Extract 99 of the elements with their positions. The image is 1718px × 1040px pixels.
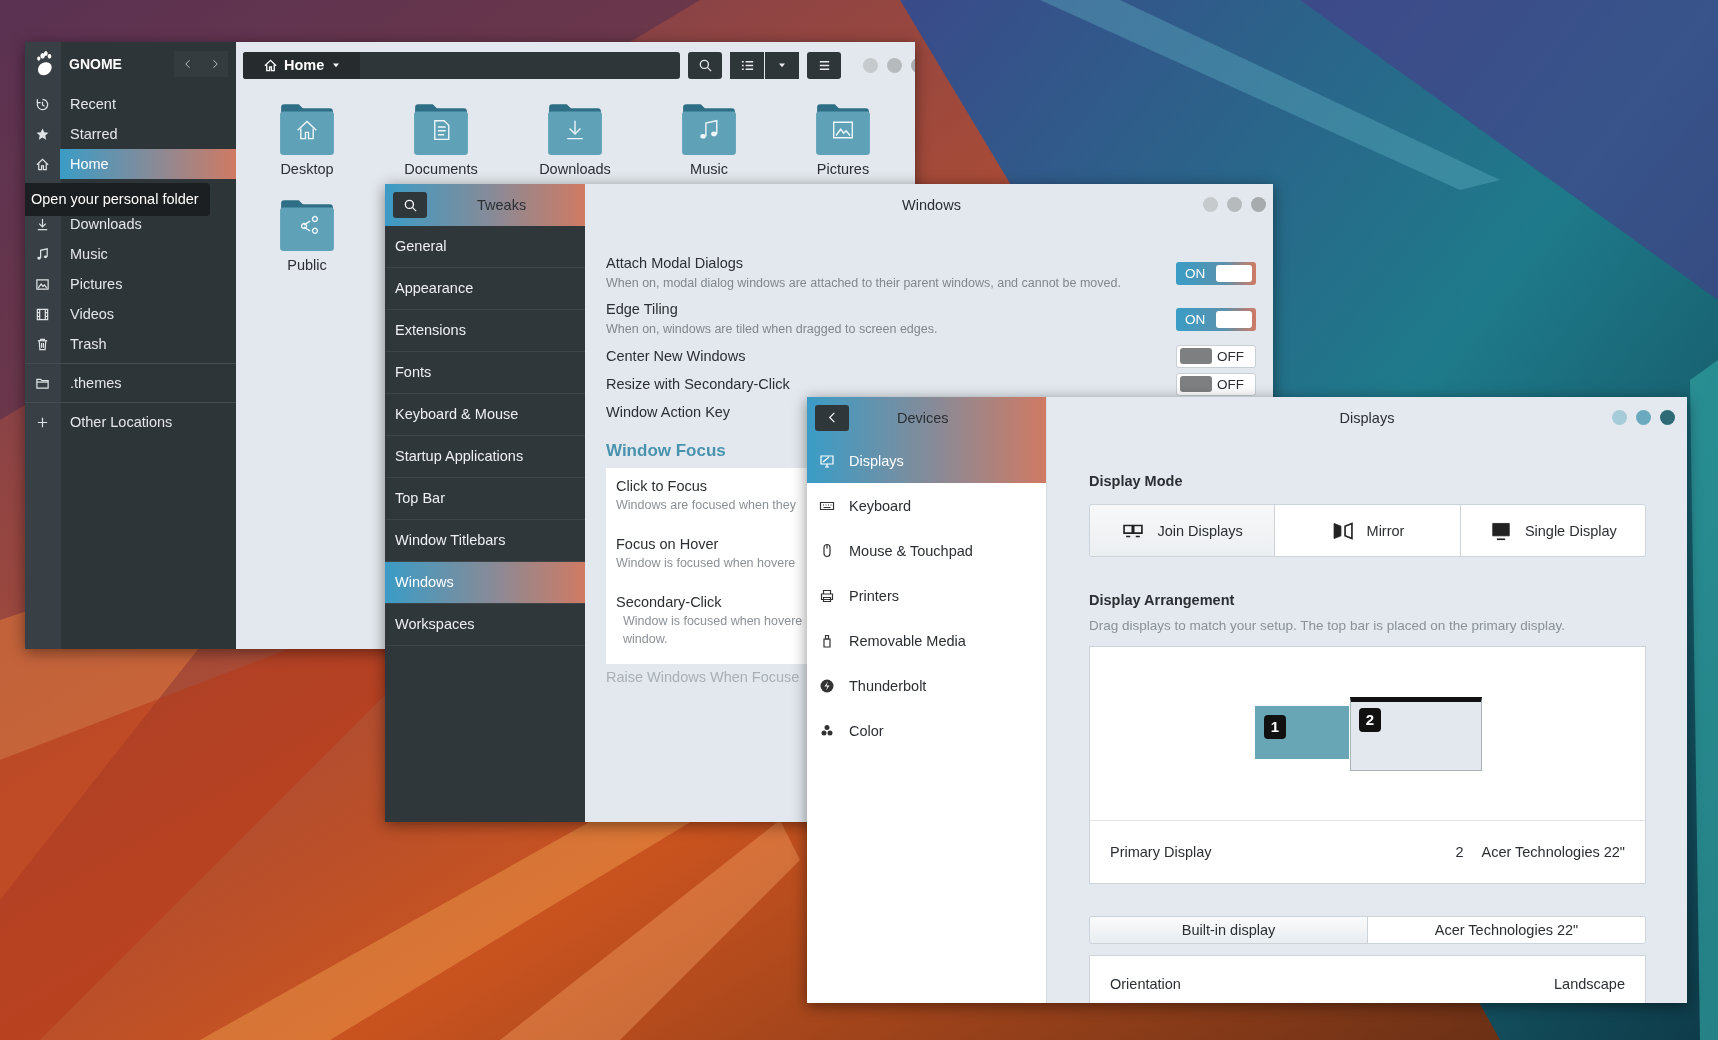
clock-icon — [35, 96, 50, 112]
option-description: window. — [622, 631, 668, 648]
folder-icon — [278, 101, 336, 157]
folder-icon — [680, 101, 738, 157]
home-icon — [35, 156, 50, 172]
sidebar-item[interactable]: Starred — [25, 119, 236, 149]
mode-button[interactable]: Mirror — [1275, 505, 1461, 556]
folder-icon — [412, 101, 470, 157]
sidebar-item[interactable]: Trash — [25, 329, 236, 359]
maximize-button[interactable] — [1636, 410, 1651, 425]
row-value[interactable]: Landscape — [1554, 976, 1625, 992]
back-button[interactable] — [815, 404, 849, 431]
toggle-switch[interactable]: OFF — [1176, 372, 1256, 396]
display-tab[interactable]: Built-in display — [1090, 917, 1368, 943]
sidebar-item[interactable]: Pictures — [25, 269, 236, 299]
display-tab[interactable]: Acer Technologies 22" — [1368, 917, 1645, 943]
music-note-icon — [35, 246, 50, 262]
device-item[interactable]: Removable Media — [807, 618, 1046, 663]
device-item[interactable]: Color — [807, 708, 1046, 753]
setting-title: Raise Windows When Focuse — [606, 669, 800, 685]
folder-item[interactable]: Pictures — [776, 101, 910, 187]
film-icon — [35, 306, 50, 322]
forward-button[interactable] — [201, 50, 228, 77]
section-heading: Display Arrangement — [1089, 591, 1236, 610]
trash-icon — [35, 336, 50, 352]
back-button[interactable] — [174, 50, 201, 77]
search-icon — [402, 197, 418, 213]
app-name: GNOME — [69, 55, 122, 72]
option-title[interactable]: Focus on Hover — [616, 534, 719, 554]
maximize-button[interactable] — [887, 57, 902, 73]
device-item[interactable]: Keyboard — [807, 483, 1046, 528]
section-description: Drag displays to match your setup. The top bar is placed on the primary display. — [1089, 618, 1566, 633]
monitor-number: 2 — [1359, 708, 1381, 732]
option-description: Window is focused when hovere — [616, 555, 796, 572]
mode-button[interactable]: Single Display — [1460, 505, 1645, 556]
sidebar-item[interactable]: Recent — [25, 89, 236, 119]
option-description: Window is focused when hovere — [622, 613, 803, 630]
location-button[interactable]: Home — [243, 51, 361, 79]
app-title: Tweaks — [477, 197, 527, 213]
mode-button[interactable]: Join Displays — [1090, 505, 1276, 556]
folder-item[interactable]: Documents — [374, 101, 508, 187]
sidebar-item[interactable]: .themes — [25, 368, 236, 398]
setting-title: Center New Windows — [606, 347, 746, 366]
maximize-button[interactable] — [1227, 197, 1242, 212]
view-list-button[interactable] — [730, 51, 764, 79]
setting-description: When on, modal dialog windows are attached to their parent windows, and cannot be moved. — [606, 275, 1121, 292]
folder-item[interactable]: Music — [642, 101, 776, 187]
minimize-button[interactable] — [863, 57, 878, 73]
close-button[interactable] — [1660, 410, 1675, 425]
monitor-icon — [819, 452, 835, 469]
sidebar-item[interactable]: Other Locations — [25, 407, 236, 437]
row-label: Orientation — [1110, 976, 1182, 992]
menu-button[interactable] — [807, 51, 841, 79]
sidebar-item[interactable]: Music — [25, 239, 236, 269]
search-icon — [697, 57, 713, 73]
display-number: 2 — [1455, 844, 1464, 860]
minimize-button[interactable] — [1203, 197, 1218, 212]
window-title: Displays — [1339, 410, 1395, 426]
path-bar[interactable]: Home — [243, 51, 680, 79]
minimize-button[interactable] — [1612, 410, 1627, 425]
setting-description: When on, windows are tiled when dragged to screen edges. — [606, 321, 938, 338]
folder-item[interactable]: Downloads — [508, 101, 642, 187]
section-heading: Window Focus — [606, 440, 726, 462]
setting-title: Resize with Secondary-Click — [606, 375, 790, 394]
view-options-button[interactable] — [765, 51, 799, 79]
search-button[interactable] — [393, 192, 427, 218]
option-title[interactable]: Click to Focus — [616, 476, 708, 496]
toggle-switch[interactable]: OFF — [1176, 344, 1256, 368]
monitor-preview[interactable]: 1 — [1255, 706, 1349, 759]
setting-title: Window Action Key — [606, 403, 731, 422]
monitor-preview[interactable]: 2 — [1350, 697, 1482, 771]
option-description: Windows are focused when they — [616, 497, 796, 514]
bolt-icon — [819, 677, 835, 694]
tooltip: Open your personal folder — [25, 183, 210, 216]
display-name[interactable]: Acer Technologies 22" — [1481, 844, 1625, 860]
section-heading: Display Mode — [1089, 472, 1184, 491]
setting-title: Attach Modal Dialogs — [606, 254, 743, 273]
window-title: Windows — [902, 197, 961, 213]
folder-icon — [814, 101, 872, 157]
folder-item[interactable]: Public — [240, 197, 374, 283]
option-title[interactable]: Secondary-Click — [616, 592, 722, 612]
setting-title: Edge Tiling — [606, 300, 678, 319]
star-icon — [35, 126, 50, 142]
device-item[interactable]: Mouse & Touchpad — [807, 528, 1046, 573]
search-button[interactable] — [688, 51, 722, 79]
monitor-number: 1 — [1264, 715, 1286, 739]
folder-icon — [546, 101, 604, 157]
home-icon — [263, 57, 278, 73]
download-icon — [35, 216, 50, 232]
printer-icon — [819, 587, 835, 604]
sidebar-item[interactable]: Videos — [25, 299, 236, 329]
mirror-icon — [1330, 519, 1355, 542]
row-label: Primary Display — [1110, 844, 1213, 860]
device-item[interactable]: Thunderbolt — [807, 663, 1046, 708]
folder-icon — [278, 197, 336, 253]
folder-item[interactable]: Desktop — [240, 101, 374, 187]
image-icon — [35, 276, 50, 292]
panel-title: Devices — [897, 409, 949, 426]
device-item[interactable]: Printers — [807, 573, 1046, 618]
